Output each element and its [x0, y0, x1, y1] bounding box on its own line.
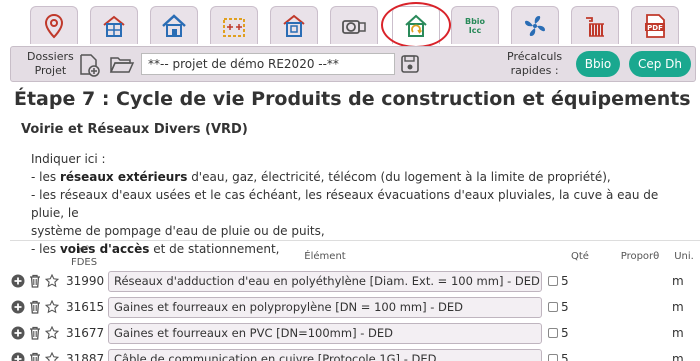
- table-row: 31615 Gaines et fourreaux en polypropylèn…: [10, 296, 700, 320]
- header-element: Élément: [304, 251, 346, 262]
- boiler-icon: [342, 19, 366, 34]
- qty-checkbox[interactable]: [548, 302, 558, 312]
- tab-fan[interactable]: [511, 6, 559, 44]
- new-file-icon[interactable]: [79, 53, 101, 77]
- tab-house-window[interactable]: [270, 6, 318, 44]
- qty-value[interactable]: 5: [561, 274, 569, 288]
- element-field[interactable]: Gaines et fourreaux en polypropylène [DN…: [108, 297, 542, 318]
- active-tab-highlight: [381, 2, 451, 48]
- bbio-button[interactable]: Bbio: [576, 51, 620, 77]
- pdf-label: PDF: [647, 24, 663, 32]
- fdes-number: 31677: [66, 326, 105, 340]
- qty-value[interactable]: 5: [561, 352, 569, 361]
- element-field[interactable]: Gaines et fourreaux en PVC [DN=100mm] - …: [108, 323, 542, 344]
- tab-pdf[interactable]: PDF: [631, 6, 679, 44]
- unit-value: m: [672, 274, 684, 288]
- star-icon[interactable]: [45, 300, 59, 314]
- precalc-label: Précalculs rapides :: [507, 50, 562, 78]
- header-proportion: Proporθ: [620, 251, 660, 262]
- precalc-label-line1: Précalculs: [507, 50, 563, 63]
- header-qty: Qté: [571, 251, 589, 262]
- building-grid-icon: [103, 15, 125, 37]
- bbio-icc-label: Bbio Icc: [464, 16, 486, 35]
- tab-radiator[interactable]: [571, 6, 619, 44]
- unit-value: m: [672, 352, 684, 361]
- page-title: Étape 7 : Cycle de vie Produits de const…: [14, 88, 691, 110]
- bbio-icc-icon: Bbio Icc: [455, 11, 495, 41]
- instructions-line-1: - les réseaux extérieurs d'eau, gaz, éle…: [31, 170, 611, 184]
- building-plus-icon: [223, 17, 245, 37]
- precalc-label-line2: rapides :: [510, 64, 559, 77]
- module-tab-bar: Bbio Icc PDF: [0, 0, 700, 48]
- element-field[interactable]: Câble de communication en cuivre [Protoc…: [108, 349, 542, 361]
- table-row: 31990 Réseaux d'adduction d'eau en polyét…: [10, 270, 700, 294]
- tab-boiler[interactable]: [330, 6, 378, 44]
- add-row-icon[interactable]: [11, 274, 25, 288]
- fan-icon: [525, 15, 545, 36]
- instructions-intro: Indiquer ici :: [31, 152, 106, 166]
- table-row: 31887 Câble de communication en cuivre [P…: [10, 348, 700, 361]
- location-pin-icon: [44, 13, 64, 38]
- project-toolbar: Dossiers Projet **-- projet de démo RE20…: [10, 46, 696, 82]
- tab-bbio-icc[interactable]: Bbio Icc: [451, 6, 499, 44]
- tab-location[interactable]: [30, 6, 78, 44]
- unit-value: m: [672, 300, 684, 314]
- open-folder-icon[interactable]: [109, 55, 135, 75]
- products-table: n° FDES Élément Qté Proporθ Uni. 31990 Ré…: [10, 240, 700, 361]
- header-fdes: n° FDES: [70, 245, 98, 268]
- qty-value[interactable]: 5: [561, 326, 569, 340]
- tab-building[interactable]: [90, 6, 138, 44]
- qty-checkbox[interactable]: [548, 276, 558, 286]
- add-row-icon[interactable]: [11, 300, 25, 314]
- tab-house[interactable]: [150, 6, 198, 44]
- star-icon[interactable]: [45, 326, 59, 340]
- trash-icon[interactable]: [28, 300, 42, 314]
- instructions-line-2: - les réseaux d'eaux usées et le cas éch…: [31, 188, 659, 220]
- instructions-line-3: système de pompage d'eau de pluie ou de …: [31, 224, 325, 238]
- trash-icon[interactable]: [28, 352, 42, 361]
- fdes-number: 31615: [66, 300, 105, 314]
- add-row-icon[interactable]: [11, 352, 25, 361]
- house-outline-icon: [162, 13, 186, 37]
- qty-value[interactable]: 5: [561, 300, 569, 314]
- fdes-number: 31990: [66, 274, 105, 288]
- star-icon[interactable]: [45, 274, 59, 288]
- element-field[interactable]: Réseaux d'adduction d'eau en polyéthylèn…: [108, 271, 542, 292]
- qty-checkbox[interactable]: [548, 354, 558, 361]
- dossiers-label: Dossiers Projet: [27, 50, 74, 78]
- save-icon[interactable]: [401, 55, 419, 73]
- dossiers-label-line1: Dossiers: [27, 50, 74, 63]
- project-name-field[interactable]: **-- projet de démo RE2020 --**: [141, 53, 395, 75]
- header-unit: Uni.: [674, 251, 694, 262]
- table-row: 31677 Gaines et fourreaux en PVC [DN=100m…: [10, 322, 700, 346]
- trash-icon[interactable]: [28, 274, 42, 288]
- trash-icon[interactable]: [28, 326, 42, 340]
- qty-checkbox[interactable]: [548, 328, 558, 338]
- star-icon[interactable]: [45, 352, 59, 361]
- dossiers-label-line2: Projet: [34, 64, 67, 77]
- unit-value: m: [672, 326, 684, 340]
- radiator-tap-icon: [586, 16, 604, 37]
- house-window-icon: [283, 14, 305, 37]
- tab-building-plus[interactable]: [210, 6, 258, 44]
- section-title: Voirie et Réseaux Divers (VRD): [21, 122, 248, 137]
- cep-dh-button[interactable]: Cep Dh: [629, 51, 691, 77]
- add-row-icon[interactable]: [11, 326, 25, 340]
- fdes-number: 31887: [66, 352, 105, 361]
